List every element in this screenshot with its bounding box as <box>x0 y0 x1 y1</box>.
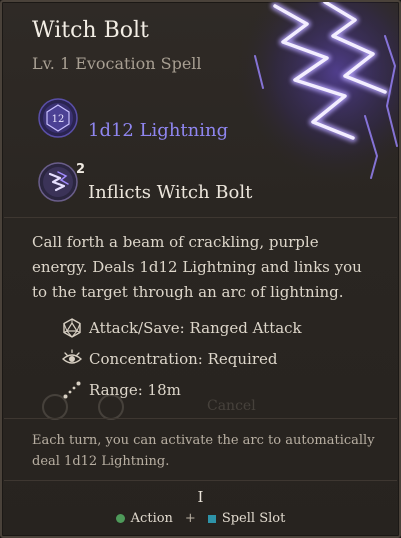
property-attack-save: Attack/Save: Ranged Attack <box>62 312 362 343</box>
witch-bolt-condition-icon <box>38 162 78 202</box>
property-label: Concentration: Required <box>89 349 278 368</box>
spell-extra-text: Each turn, you can activate the arc to a… <box>32 433 375 469</box>
cost-plus: + <box>184 511 196 526</box>
die-label: 12 <box>52 114 65 125</box>
damage-text: 1d12 Lightning <box>88 120 229 141</box>
action-dot-icon <box>115 514 125 523</box>
spell-title: Witch Bolt <box>32 18 149 43</box>
spell-cost: Action + Spell Slot <box>2 511 399 526</box>
property-concentration: Concentration: Required <box>62 343 362 374</box>
ghost-cancel-label: Cancel <box>207 398 256 414</box>
ghost-check-icon <box>42 394 68 420</box>
ghost-close-icon <box>98 394 124 420</box>
condition-text: Inflicts Witch Bolt <box>88 182 253 203</box>
spell-subtitle: Lv. 1 Evocation Spell <box>32 54 202 73</box>
divider <box>4 418 397 419</box>
damage-row: 12 1d12 Lightning <box>38 98 338 146</box>
condition-count: 2 <box>76 162 86 177</box>
divider <box>4 217 397 218</box>
spell-slot-square-icon <box>207 514 216 523</box>
divider <box>4 480 397 481</box>
spell-tooltip: Witch Bolt Lv. 1 Evocation Spell 12 1d12… <box>0 0 401 538</box>
concentration-eye-icon <box>62 348 82 364</box>
property-label: Attack/Save: Ranged Attack <box>89 318 302 337</box>
spell-description: Call forth a beam of crackling, purple e… <box>32 233 362 301</box>
condition-row: 2 Inflicts Witch Bolt <box>38 162 358 210</box>
cost-spell-slot-label: Spell Slot <box>221 511 286 526</box>
d12-die-icon: 12 <box>38 98 78 138</box>
cost-action-label: Action <box>130 511 173 526</box>
d20-icon <box>63 317 81 338</box>
spell-level-numeral: I <box>197 488 204 506</box>
lightning-art-icon <box>235 2 399 186</box>
